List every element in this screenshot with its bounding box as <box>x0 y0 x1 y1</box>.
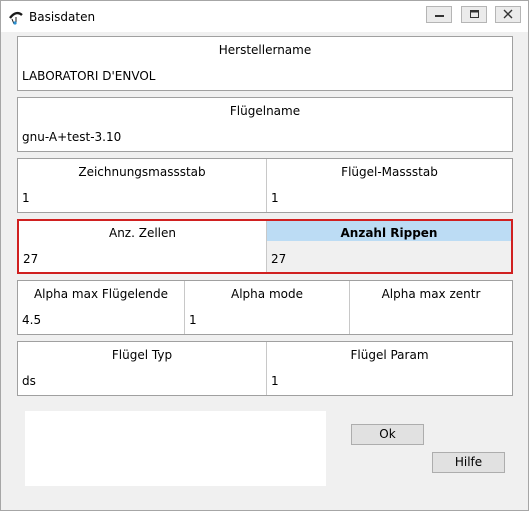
readonly-cell-background <box>267 241 511 272</box>
alpha-max-fluegelende-value[interactable]: 4.5 <box>22 313 41 327</box>
minimize-button[interactable] <box>426 6 452 23</box>
zeichnungsmassstab-value[interactable]: 1 <box>22 191 30 205</box>
maximize-icon <box>470 10 479 18</box>
alpha-max-fluegelende-cell[interactable]: Alpha max Flügelende 4.5 <box>18 281 184 334</box>
fluegel-typ-cell[interactable]: Flügel Typ ds <box>18 342 266 395</box>
herstellername-label: Herstellername <box>218 43 312 57</box>
fluegel-param-value[interactable]: 1 <box>271 374 279 388</box>
close-icon <box>503 9 513 19</box>
anz-zellen-value[interactable]: 27 <box>23 252 38 266</box>
fluegel-typ-panel: Flügel Typ ds Flügel Param 1 <box>17 341 513 396</box>
alpha-max-zentr-cell[interactable]: Alpha max zentr <box>349 281 512 334</box>
anz-zellen-cell[interactable]: Anz. Zellen 27 <box>19 221 266 272</box>
maximize-button[interactable] <box>461 6 487 23</box>
fluegel-typ-label: Flügel Typ <box>111 348 173 362</box>
help-button[interactable]: Hilfe <box>432 452 505 473</box>
alpha-mode-label: Alpha mode <box>231 287 303 301</box>
herstellername-value[interactable]: LABORATORI D'ENVOL <box>22 69 155 83</box>
herstellername-panel: Herstellername LABORATORI D'ENVOL <box>17 36 513 91</box>
title-bar[interactable]: Basisdaten <box>1 1 528 32</box>
alpha-panel: Alpha max Flügelende 4.5 Alpha mode 1 Al… <box>17 280 513 335</box>
anzahl-rippen-value: 27 <box>271 252 287 266</box>
herstellername-cell[interactable]: Herstellername LABORATORI D'ENVOL <box>18 37 512 90</box>
fluegel-typ-value[interactable]: ds <box>22 374 36 388</box>
fluegel-massstab-cell[interactable]: Flügel-Massstab 1 <box>266 159 512 212</box>
fluegelname-value[interactable]: gnu-A+test-3.10 <box>22 130 121 144</box>
fluegel-param-label: Flügel Param <box>350 348 429 362</box>
zellen-rippen-panel: Anz. Zellen 27 Anzahl Rippen 27 <box>17 219 513 274</box>
fluegel-massstab-label: Flügel-Massstab <box>341 165 438 179</box>
anzahl-rippen-label: Anzahl Rippen <box>340 226 438 240</box>
close-button[interactable] <box>495 6 521 23</box>
fluegelname-panel: Flügelname gnu-A+test-3.10 <box>17 97 513 152</box>
fluegelname-cell[interactable]: Flügelname gnu-A+test-3.10 <box>18 98 512 151</box>
fluegel-param-cell[interactable]: Flügel Param 1 <box>266 342 512 395</box>
basisdaten-window: Basisdaten Herstellername LABORATORI D'E… <box>0 0 529 511</box>
massstab-panel: Zeichnungsmassstab 1 Flügel-Massstab 1 <box>17 158 513 213</box>
minimize-icon <box>435 15 444 17</box>
alpha-max-zentr-label: Alpha max zentr <box>381 287 481 301</box>
alpha-mode-value[interactable]: 1 <box>189 313 197 327</box>
zeichnungsmassstab-label: Zeichnungsmassstab <box>78 165 206 179</box>
paraglider-app-icon <box>8 9 24 25</box>
alpha-mode-cell[interactable]: Alpha mode 1 <box>184 281 349 334</box>
anz-zellen-label: Anz. Zellen <box>108 226 176 240</box>
fluegelname-label: Flügelname <box>229 104 301 118</box>
window-title: Basisdaten <box>29 10 96 24</box>
ok-button[interactable]: Ok <box>351 424 424 445</box>
zeichnungsmassstab-cell[interactable]: Zeichnungsmassstab 1 <box>18 159 266 212</box>
anzahl-rippen-cell[interactable]: Anzahl Rippen 27 <box>266 221 511 272</box>
notes-textarea[interactable] <box>25 411 326 486</box>
alpha-max-fluegelende-label: Alpha max Flügelende <box>33 287 169 301</box>
fluegel-massstab-value[interactable]: 1 <box>271 191 279 205</box>
